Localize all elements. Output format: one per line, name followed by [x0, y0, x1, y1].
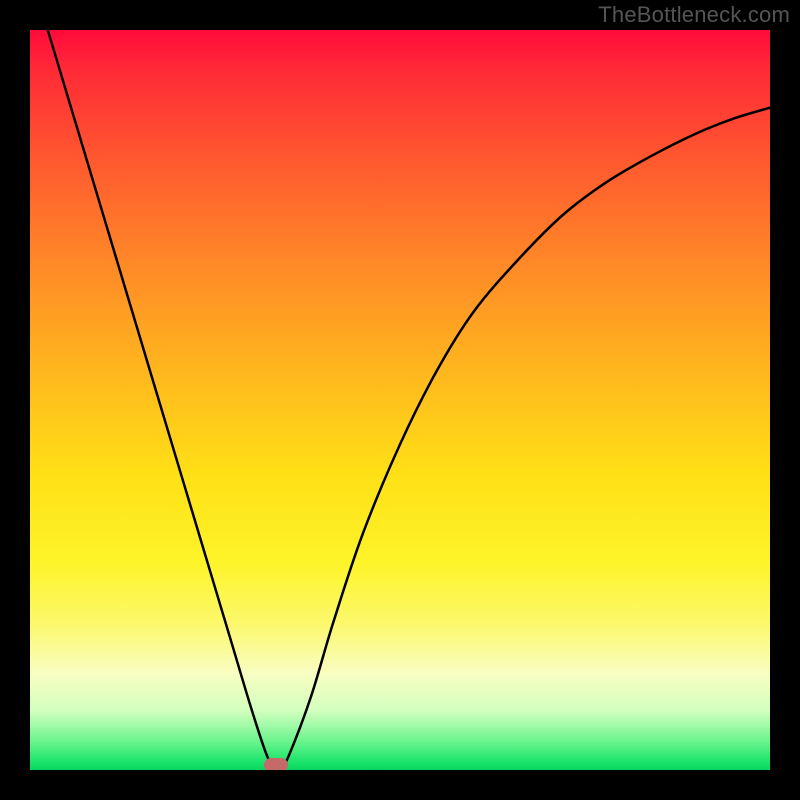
- plot-area: [30, 30, 770, 770]
- bottleneck-curve: [30, 30, 770, 768]
- watermark-text: TheBottleneck.com: [598, 2, 790, 28]
- curve-svg: [30, 30, 770, 770]
- chart-container: TheBottleneck.com: [0, 0, 800, 800]
- optimum-marker: [264, 758, 288, 770]
